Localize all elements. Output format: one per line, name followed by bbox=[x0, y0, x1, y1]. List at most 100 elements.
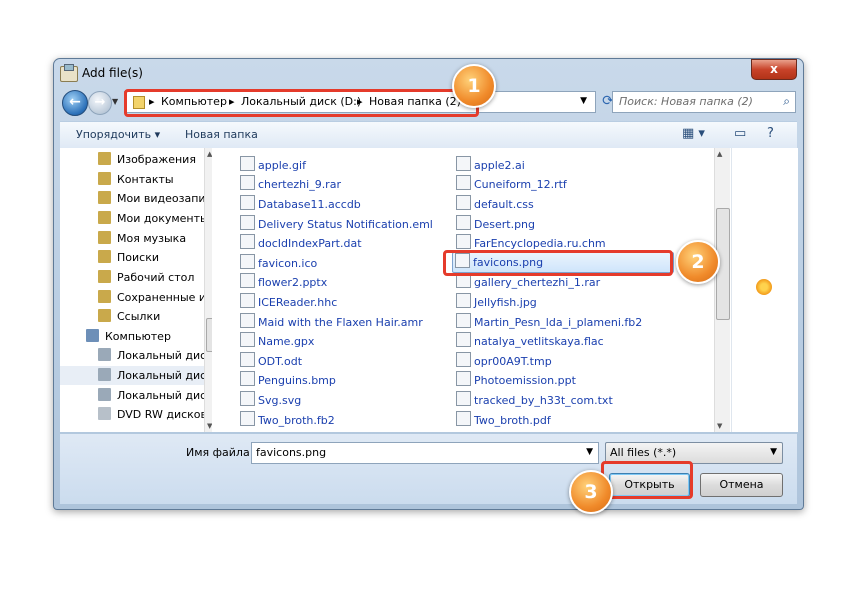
close-button[interactable]: x bbox=[751, 59, 797, 80]
file-item-desert[interactable]: Desert.png bbox=[456, 215, 535, 234]
file-item-odt[interactable]: ODT.odt bbox=[240, 352, 302, 371]
dvd-drive-icon bbox=[98, 407, 111, 420]
tree-item-local-disk-e[interactable]: Локальный диск bbox=[98, 386, 212, 405]
txt-file-icon bbox=[456, 391, 471, 406]
music-icon bbox=[98, 231, 111, 244]
preview-pane-icon[interactable]: ▭ bbox=[734, 126, 746, 141]
ai-file-icon bbox=[456, 156, 471, 171]
system-drive-icon bbox=[98, 348, 111, 361]
chevron-down-icon[interactable]: ▼ bbox=[770, 447, 777, 457]
file-item-martin-pesn[interactable]: Martin_Pesn_lda_i_plameni.fb2 bbox=[456, 313, 642, 332]
links-icon bbox=[98, 309, 111, 322]
new-folder-button[interactable]: Новая папка bbox=[185, 128, 258, 141]
file-item-favicon-ico[interactable]: favicon.ico bbox=[240, 254, 317, 273]
file-item-docidindexpart[interactable]: docIdIndexPart.dat bbox=[240, 234, 362, 253]
cancel-button[interactable]: Отмена bbox=[700, 473, 783, 497]
tree-item-documents[interactable]: Мои документы bbox=[98, 209, 209, 228]
organize-button[interactable]: Упорядочить ▾ bbox=[76, 128, 160, 141]
file-item-opr00a9t[interactable]: opr00A9T.tmp bbox=[456, 352, 552, 371]
scroll-up-icon[interactable]: ▲ bbox=[207, 150, 212, 158]
file-item-jellyfish[interactable]: Jellyfish.jpg bbox=[456, 293, 537, 312]
search-input[interactable]: Поиск: Новая папка (2) ⌕ bbox=[612, 91, 796, 113]
tree-item-images[interactable]: Изображения bbox=[98, 150, 196, 169]
rar-file-icon bbox=[240, 175, 255, 190]
file-icon bbox=[240, 411, 255, 426]
help-icon[interactable]: ? bbox=[767, 126, 774, 141]
file-icon bbox=[456, 371, 471, 386]
file-item-flower2[interactable]: flower2.pptx bbox=[240, 273, 327, 292]
file-item-two-broth-fb2[interactable]: Two_broth.fb2 bbox=[240, 411, 335, 430]
tree-item-desktop[interactable]: Рабочий стол bbox=[98, 268, 194, 287]
png-file-icon bbox=[456, 215, 471, 230]
scroll-down-icon[interactable]: ▼ bbox=[717, 422, 722, 430]
file-item-delivery-status[interactable]: Delivery Status Notification.eml bbox=[240, 215, 433, 234]
filename-label: Имя файла: bbox=[186, 446, 254, 459]
saved-games-icon bbox=[98, 290, 111, 303]
tree-item-videos[interactable]: Мои видеозаписи bbox=[98, 189, 212, 208]
file-icon bbox=[456, 313, 471, 328]
tree-item-computer[interactable]: Компьютер bbox=[86, 327, 171, 346]
search-icon[interactable]: ⌕ bbox=[783, 94, 790, 109]
file-item-icereader[interactable]: ICEReader.hhc bbox=[240, 293, 337, 312]
file-list: apple.gif chertezhi_9.rar Database11.acc… bbox=[232, 148, 737, 432]
tree-scrollbar[interactable]: ▲ ▼ bbox=[204, 148, 212, 432]
back-button[interactable]: ← bbox=[62, 90, 88, 116]
tree-item-searches[interactable]: Поиски bbox=[98, 248, 159, 267]
scroll-up-icon[interactable]: ▲ bbox=[717, 150, 722, 158]
file-item-chertezhi-9-rar[interactable]: chertezhi_9.rar bbox=[240, 175, 341, 194]
tree-item-dvd-drive[interactable]: DVD RW дисково bbox=[98, 405, 212, 424]
callout-1: 1 bbox=[452, 64, 496, 108]
gif-file-icon bbox=[240, 156, 255, 171]
tree-scroll-thumb[interactable] bbox=[206, 318, 212, 352]
tree-item-local-disk-c[interactable]: Локальный диск bbox=[98, 346, 212, 365]
desktop-icon bbox=[98, 270, 111, 283]
callout-2: 2 bbox=[676, 240, 720, 284]
computer-icon bbox=[86, 329, 99, 342]
file-item-tracked-txt[interactable]: tracked_by_h33t_com.txt bbox=[456, 391, 613, 410]
preview-pane bbox=[731, 148, 798, 432]
scroll-down-icon[interactable]: ▼ bbox=[207, 422, 212, 430]
callout-3: 3 bbox=[569, 470, 613, 514]
file-item-photoemission[interactable]: Photoemission.ppt bbox=[456, 371, 576, 390]
file-item-database11[interactable]: Database11.accdb bbox=[240, 195, 361, 214]
pdf-file-icon bbox=[456, 411, 471, 426]
jpg-file-icon bbox=[456, 293, 471, 308]
tree-item-saved-games[interactable]: Сохраненные игр bbox=[98, 288, 212, 307]
file-item-cuneiform[interactable]: Cuneiform_12.rtf bbox=[456, 175, 567, 194]
tree-item-links[interactable]: Ссылки bbox=[98, 307, 160, 326]
tree-item-contacts[interactable]: Контакты bbox=[98, 170, 174, 189]
tree-item-music[interactable]: Моя музыка bbox=[98, 229, 186, 248]
file-item-natalya-flac[interactable]: natalya_vetlitskaya.flac bbox=[456, 332, 604, 351]
view-options-icon[interactable]: ▦ ▾ bbox=[682, 126, 705, 141]
contacts-icon bbox=[98, 172, 111, 185]
file-icon bbox=[240, 195, 255, 210]
address-dropdown-icon[interactable]: ▼ bbox=[580, 96, 587, 106]
filename-field[interactable]: favicons.png ▼ bbox=[251, 442, 599, 464]
bmp-file-icon bbox=[240, 371, 255, 386]
filename-value: favicons.png bbox=[256, 446, 327, 459]
file-list-scrollbar[interactable]: ▲ ▼ bbox=[714, 148, 730, 432]
file-item-maid-amr[interactable]: Maid with the Flaxen Hair.amr bbox=[240, 313, 423, 332]
file-item-two-broth-pdf[interactable]: Two_broth.pdf bbox=[456, 411, 551, 430]
search-placeholder: Поиск: Новая папка (2) bbox=[619, 95, 753, 108]
dialog-icon bbox=[60, 64, 78, 82]
forward-button[interactable]: → bbox=[88, 91, 112, 115]
file-item-penguins[interactable]: Penguins.bmp bbox=[240, 371, 336, 390]
file-item-apple-gif[interactable]: apple.gif bbox=[240, 156, 306, 175]
command-toolbar: Упорядочить ▾ Новая папка ▦ ▾ ▭ ? bbox=[60, 121, 797, 149]
title-bar[interactable]: Add file(s) x bbox=[54, 59, 803, 87]
odt-file-icon bbox=[240, 352, 255, 367]
file-item-default-css[interactable]: default.css bbox=[456, 195, 534, 214]
selected-file-highlight bbox=[443, 250, 673, 276]
navigation-pane: Изображения Контакты Мои видеозаписи Мои… bbox=[60, 148, 212, 432]
recent-pages-dropdown-icon[interactable]: ▼ bbox=[112, 97, 118, 106]
file-item-name-gpx[interactable]: Name.gpx bbox=[240, 332, 314, 351]
file-item-svg[interactable]: Svg.svg bbox=[240, 391, 301, 410]
file-icon bbox=[240, 293, 255, 308]
documents-icon bbox=[98, 211, 111, 224]
drive-icon bbox=[98, 388, 111, 401]
chevron-down-icon[interactable]: ▼ bbox=[586, 447, 593, 457]
file-item-apple2-ai[interactable]: apple2.ai bbox=[456, 156, 525, 175]
content-area: Изображения Контакты Мои видеозаписи Мои… bbox=[60, 148, 798, 432]
tree-item-local-disk-d[interactable]: Локальный диск bbox=[60, 366, 212, 385]
